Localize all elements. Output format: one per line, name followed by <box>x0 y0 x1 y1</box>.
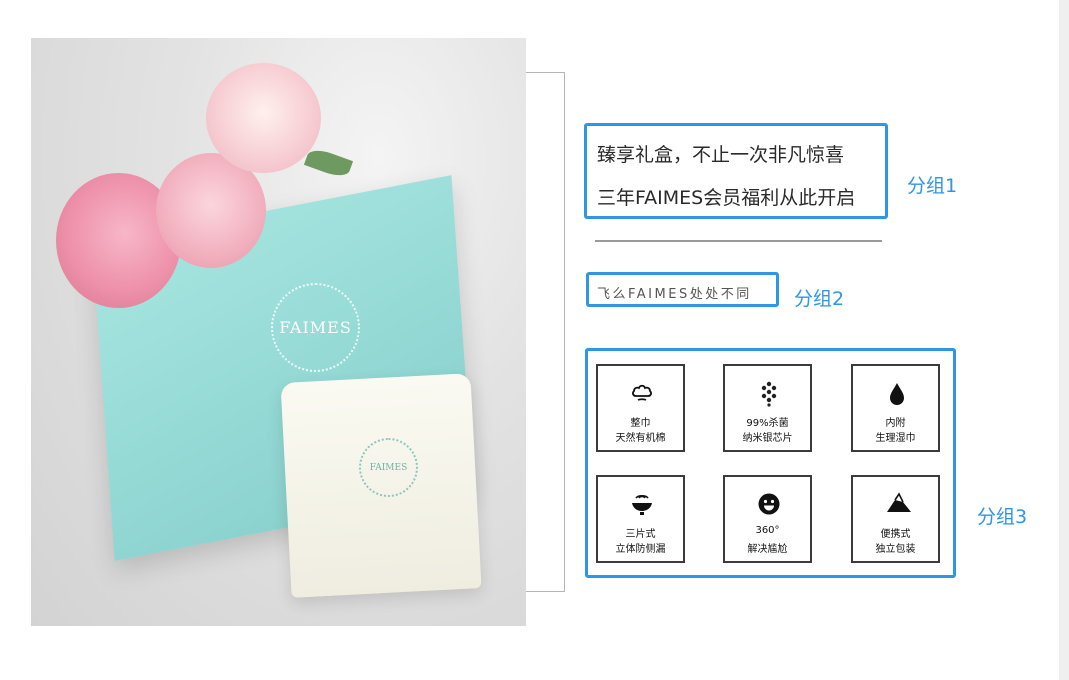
headline-1: 臻享礼盒，不止一次非凡惊喜 <box>597 144 845 166</box>
package-icon <box>887 492 911 512</box>
group3-box[interactable]: 整巾 天然有机棉 99%杀菌 纳米银芯片 内附 生理湿巾 三片式 立体防侧漏 3… <box>585 348 956 578</box>
feature-card: 360° 解决尴尬 <box>723 475 812 563</box>
feature-subtitle: 独立包装 <box>875 544 916 555</box>
cotton-flower-icon <box>632 384 652 401</box>
feature-card: 便携式 独立包装 <box>851 475 940 563</box>
bag-logo: FAIMES <box>271 283 360 372</box>
feature-title: 内附 <box>885 418 906 429</box>
feature-subtitle: 解决尴尬 <box>747 544 788 555</box>
group2-label: 分组2 <box>794 288 845 310</box>
slogan: 飞么FAIMES处处不同 <box>597 287 752 302</box>
feature-title: 整巾 <box>630 418 651 429</box>
product-photo: FAIMES FAIMES <box>31 38 526 626</box>
group2-box[interactable]: 飞么FAIMES处处不同 <box>586 272 779 307</box>
feature-card: 内附 生理湿巾 <box>851 364 940 452</box>
headline-2: 三年FAIMES会员福利从此开启 <box>597 187 856 209</box>
feature-title: 360° <box>755 525 780 536</box>
leaf <box>303 145 354 181</box>
feature-card: 99%杀菌 纳米银芯片 <box>723 364 812 452</box>
feature-subtitle: 生理湿巾 <box>875 433 916 444</box>
water-drop-icon <box>890 383 904 405</box>
honeycomb-icon <box>761 381 777 407</box>
group1-label: 分组1 <box>907 175 958 197</box>
pouch-logo: FAIMES <box>359 438 418 497</box>
feature-title: 三片式 <box>625 529 656 540</box>
feature-subtitle: 天然有机棉 <box>615 433 666 444</box>
group1-box[interactable]: 臻享礼盒，不止一次非凡惊喜 三年FAIMES会员福利从此开启 <box>584 123 888 219</box>
feature-title: 99%杀菌 <box>746 418 789 429</box>
group3-label: 分组3 <box>977 506 1028 528</box>
feature-card: 三片式 立体防侧漏 <box>596 475 685 563</box>
feature-card: 整巾 天然有机棉 <box>596 364 685 452</box>
rose <box>206 63 321 173</box>
bracket-line <box>526 72 565 592</box>
divider <box>595 240 882 242</box>
feature-subtitle: 纳米银芯片 <box>742 433 793 444</box>
smiley-icon <box>758 493 780 515</box>
feature-title: 便携式 <box>880 529 911 540</box>
feature-subtitle: 立体防侧漏 <box>615 544 666 555</box>
layers-icon <box>632 494 652 515</box>
scrollbar[interactable] <box>1059 0 1069 680</box>
